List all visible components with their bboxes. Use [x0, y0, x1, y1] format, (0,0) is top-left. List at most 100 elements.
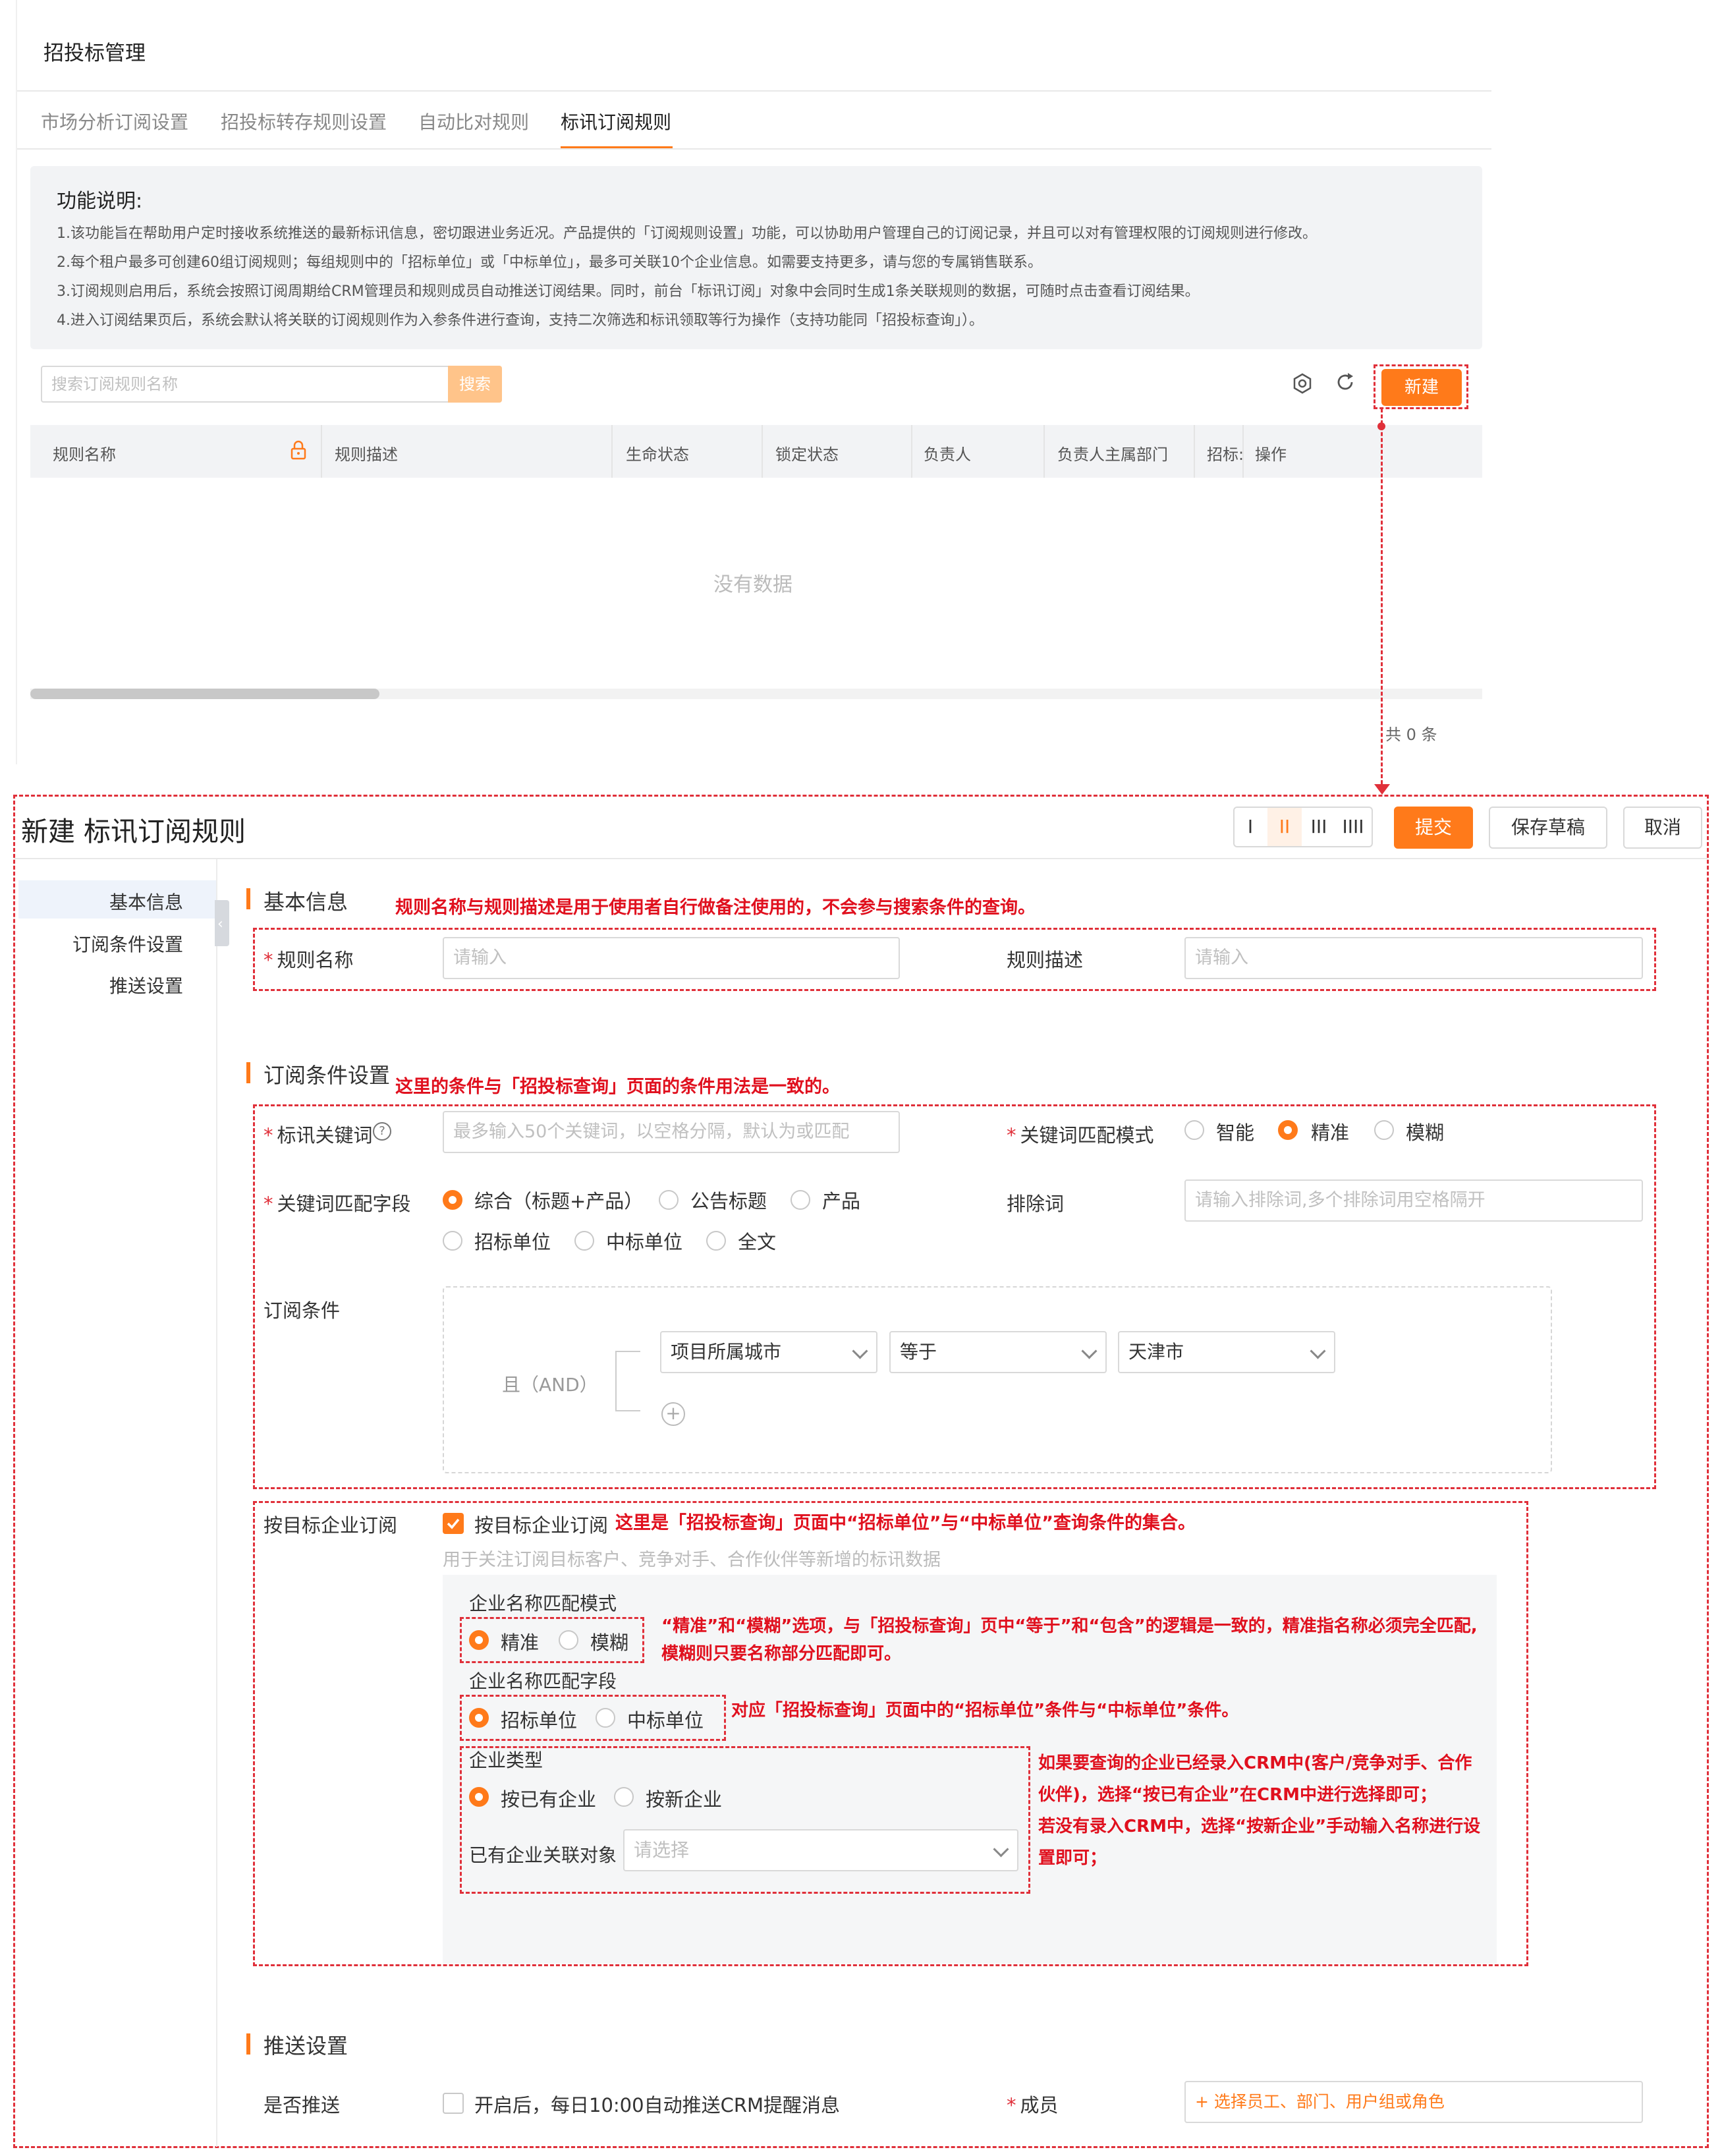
- type-existing-label: 按已有企业: [501, 1788, 597, 1811]
- annotation-box-company-type: [460, 1746, 1030, 1894]
- field-winner-label: 中标单位: [606, 1231, 683, 1253]
- target-hint: 用于关注订阅目标客户、竞争对手、合作伙伴等新增的标讯数据: [443, 1550, 941, 1570]
- condition-operator-select[interactable]: 等于: [889, 1331, 1107, 1373]
- empty-state-text: 没有数据: [713, 573, 792, 596]
- col-owner[interactable]: 负责人: [924, 441, 971, 465]
- col-actions: 操作: [1255, 445, 1287, 464]
- chevron-down-icon: [1310, 1343, 1326, 1359]
- rule-desc-label: 规则描述: [1007, 949, 1084, 971]
- side-nav-item-push[interactable]: 推送设置: [109, 972, 183, 998]
- related-object-select[interactable]: 请选择: [623, 1829, 1018, 1871]
- search-button[interactable]: 搜索: [448, 366, 502, 403]
- match-mode-smart-radio[interactable]: [1184, 1120, 1204, 1140]
- name-match-exact-radio[interactable]: [469, 1630, 489, 1650]
- target-subscribe-checkbox-label: 按目标企业订阅: [474, 1514, 609, 1537]
- column-divider: [911, 425, 912, 478]
- tab-divider: [16, 148, 1491, 150]
- match-mode-label: 关键词匹配模式: [1007, 1120, 1154, 1148]
- condition-field-select[interactable]: 项目所属城市: [660, 1331, 877, 1373]
- name-match-fuzzy-radio[interactable]: [559, 1630, 578, 1650]
- annotation-conditions: 这里的条件与「招投标查询」页面的条件用法是一致的。: [395, 1077, 840, 1097]
- match-mode-exact-label: 精准: [1311, 1121, 1350, 1144]
- column-divider: [1043, 425, 1045, 478]
- section-marker: [246, 2033, 250, 2055]
- col-owner-dept[interactable]: 负责人主属部门: [1057, 441, 1168, 465]
- section-title-push: 推送设置: [264, 2033, 348, 2058]
- submit-button[interactable]: 提交: [1394, 807, 1473, 849]
- cancel-button[interactable]: 取消: [1623, 807, 1702, 849]
- layout-2-col[interactable]: II: [1267, 808, 1302, 846]
- field-title-radio[interactable]: [659, 1190, 679, 1210]
- save-draft-button[interactable]: 保存草稿: [1489, 807, 1607, 849]
- members-label: 成员: [1007, 2090, 1059, 2118]
- match-mode-fuzzy-radio[interactable]: [1374, 1120, 1394, 1140]
- annotation-company-type: 置即可；: [1038, 1848, 1107, 1868]
- type-new-radio[interactable]: [614, 1787, 634, 1807]
- col-rule-desc[interactable]: 规则描述: [335, 441, 398, 465]
- condition-field-value: 项目所属城市: [671, 1341, 782, 1363]
- type-existing-radio[interactable]: [469, 1787, 489, 1807]
- form-header-divider: [14, 858, 1708, 859]
- tab-subscription-rules[interactable]: 标讯订阅规则: [561, 108, 671, 134]
- add-condition-icon[interactable]: +: [661, 1402, 685, 1426]
- layout-1-col[interactable]: I: [1233, 808, 1267, 846]
- connector-line: [1381, 409, 1383, 784]
- chevron-down-icon: [993, 1841, 1009, 1858]
- col-rule-name[interactable]: 规则名称: [53, 441, 116, 465]
- keyword-input[interactable]: 最多输入50个关键词，以空格分隔，默认为或匹配: [443, 1111, 900, 1153]
- notice-line: 1.该功能旨在帮助用户定时接收系统推送的最新标讯信息，密切跟进业务近况。产品提供…: [57, 225, 1317, 242]
- condition-value-value: 天津市: [1128, 1341, 1184, 1363]
- company-type-label: 企业类型: [469, 1749, 543, 1771]
- name-match-exact-label: 精准: [501, 1631, 540, 1654]
- and-bracket: [615, 1351, 640, 1411]
- sub-condition-label: 订阅条件: [264, 1299, 341, 1322]
- name-field-tenderer-radio[interactable]: [469, 1708, 489, 1728]
- annotation-name-match-1: “精准”和“模糊”选项，与「招投标查询」页中“等于”和“包含”的逻辑是一致的，精…: [661, 1616, 1478, 1636]
- rule-name-input[interactable]: 请输入: [443, 937, 900, 979]
- col-tender[interactable]: 招标:: [1207, 441, 1244, 465]
- help-icon[interactable]: ?: [373, 1122, 391, 1141]
- horizontal-scrollbar-thumb[interactable]: [30, 689, 379, 699]
- refresh-icon[interactable]: [1334, 371, 1356, 393]
- lock-icon: [290, 440, 307, 460]
- top-left-edge: [16, 0, 17, 764]
- new-rule-button[interactable]: 新建: [1381, 369, 1462, 406]
- condition-value-select[interactable]: 天津市: [1118, 1331, 1335, 1373]
- name-match-mode-label: 企业名称匹配模式: [469, 1593, 617, 1614]
- layout-4-col[interactable]: IIII: [1336, 808, 1370, 846]
- page-title: 招投标管理: [43, 42, 146, 65]
- side-nav: [14, 859, 217, 2147]
- layout-3-col[interactable]: III: [1302, 808, 1336, 846]
- annotation-company-type: 若没有录入CRM中，选择“按新企业”手动输入名称进行设: [1038, 1817, 1481, 1836]
- tab-auto-compare[interactable]: 自动比对规则: [418, 108, 529, 134]
- push-enabled-checkbox[interactable]: [443, 2093, 464, 2114]
- condition-operator-value: 等于: [900, 1341, 937, 1363]
- section-title-conditions: 订阅条件设置: [264, 1063, 391, 1088]
- match-mode-exact-radio[interactable]: [1278, 1120, 1298, 1140]
- tab-market-analysis[interactable]: 市场分析订阅设置: [41, 108, 188, 134]
- notice-title: 功能说明:: [57, 190, 143, 213]
- field-fulltext-label: 全文: [738, 1231, 777, 1253]
- field-fulltext-radio[interactable]: [706, 1231, 726, 1251]
- name-match-fuzzy-label: 模糊: [590, 1631, 629, 1654]
- field-product-label: 产品: [822, 1190, 861, 1212]
- col-lock-status[interactable]: 锁定状态: [775, 441, 839, 465]
- exclude-words-input[interactable]: 请输入排除词,多个排除词用空格隔开: [1184, 1179, 1643, 1222]
- name-field-winner-label: 中标单位: [627, 1709, 704, 1732]
- field-product-radio[interactable]: [791, 1190, 810, 1210]
- target-subscribe-checkbox[interactable]: [443, 1513, 464, 1534]
- tab-transfer-rules[interactable]: 招投标转存规则设置: [221, 108, 387, 134]
- rule-desc-input[interactable]: 请输入: [1184, 937, 1643, 979]
- field-tenderer-radio[interactable]: [443, 1231, 462, 1251]
- field-comprehensive-radio[interactable]: [443, 1190, 462, 1210]
- members-picker[interactable]: + 选择员工、部门、用户组或角色: [1184, 2081, 1643, 2123]
- name-field-winner-radio[interactable]: [596, 1708, 615, 1728]
- field-winner-radio[interactable]: [574, 1231, 594, 1251]
- side-nav-item-conditions[interactable]: 订阅条件设置: [72, 930, 183, 957]
- rule-search-input[interactable]: 搜索订阅规则名称: [41, 366, 449, 403]
- type-new-label: 按新企业: [646, 1788, 723, 1811]
- col-lifecycle[interactable]: 生命状态: [626, 441, 689, 465]
- exclude-label: 排除词: [1007, 1193, 1065, 1215]
- section-title-basic: 基本信息: [264, 890, 348, 915]
- settings-icon[interactable]: [1291, 372, 1314, 395]
